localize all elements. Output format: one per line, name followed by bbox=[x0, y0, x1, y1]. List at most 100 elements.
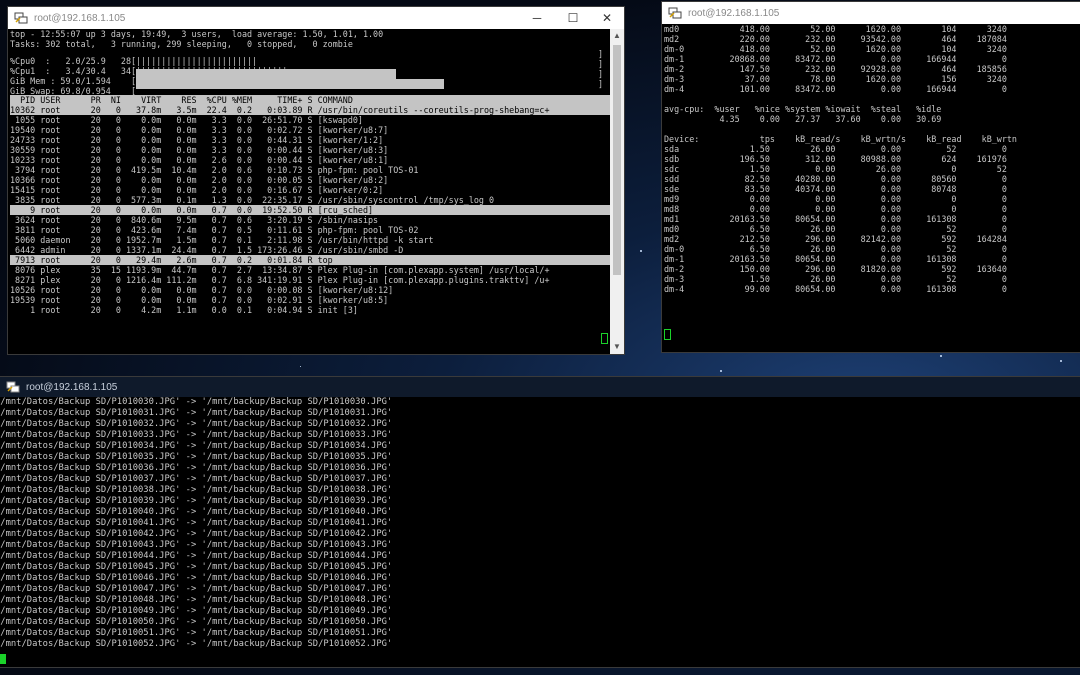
putty-icon bbox=[6, 381, 20, 393]
cpu1-bracket: ] bbox=[598, 59, 604, 69]
process-row: 1 root 20 0 4.2m 1.1m 0.0 0.1 0:04.94 S … bbox=[10, 305, 358, 315]
swap-bracket: ] bbox=[598, 79, 604, 89]
close-button[interactable]: ✕ bbox=[590, 7, 624, 29]
copy-line: '/mnt/Datos/Backup SD/P1010044.JPG' -> '… bbox=[0, 551, 393, 561]
iostat-line: md1 20163.50 80654.00 0.00 161308 0 bbox=[664, 214, 1007, 224]
iostat-line: sda 1.50 26.00 0.00 52 0 bbox=[664, 144, 1007, 154]
top-window[interactable]: root@192.168.1.105 ─ ☐ ✕ top - 12:55:07 … bbox=[8, 7, 624, 354]
process-row: 10526 root 20 0 0.0m 0.0m 0.7 0.0 0:00.0… bbox=[10, 285, 394, 295]
terminal-cursor bbox=[664, 329, 671, 340]
iostat-terminal[interactable]: md0 418.00 52.00 1620.00 104 3240 md2 220… bbox=[662, 24, 1080, 352]
copy-line: '/mnt/Datos/Backup SD/P1010043.JPG' -> '… bbox=[0, 540, 393, 550]
iostat-window-title: root@192.168.1.105 bbox=[688, 7, 780, 19]
swap-label: GiB Swap: 69.8/0.954 [ bbox=[10, 86, 137, 96]
process-row: 30559 root 20 0 0.0m 0.0m 3.3 0.0 0:00.4… bbox=[10, 145, 389, 155]
minimize-button[interactable]: ─ bbox=[520, 7, 554, 29]
process-row: 3811 root 20 0 423.6m 7.4m 0.7 0.5 0:11.… bbox=[10, 225, 419, 235]
iostat-line: md0 6.50 26.00 0.00 52 0 bbox=[664, 224, 1007, 234]
copy-line: '/mnt/Datos/Backup SD/P1010034.JPG' -> '… bbox=[0, 441, 393, 451]
process-row: 1055 root 20 0 0.0m 0.0m 3.3 0.0 26:51.7… bbox=[10, 115, 363, 125]
iostat-line: dm-4 101.00 83472.00 0.00 166944 0 bbox=[664, 84, 1007, 94]
iostat-line: md2 212.50 296.00 82142.00 592 164284 bbox=[664, 234, 1007, 244]
copy-line: '/mnt/Datos/Backup SD/P1010045.JPG' -> '… bbox=[0, 562, 393, 572]
copy-cursor-line bbox=[0, 654, 6, 667]
iostat-line: dm-2 150.00 296.00 81820.00 592 163640 bbox=[664, 264, 1007, 274]
copy-line: '/mnt/Datos/Backup SD/P1010030.JPG' -> '… bbox=[0, 397, 393, 407]
copy-line: '/mnt/Datos/Backup SD/P1010031.JPG' -> '… bbox=[0, 408, 393, 418]
process-row: 24733 root 20 0 0.0m 0.0m 3.3 0.0 0:44.3… bbox=[10, 135, 384, 145]
scroll-down-arrow-icon[interactable]: ▼ bbox=[610, 340, 624, 354]
copy-line: '/mnt/Datos/Backup SD/P1010033.JPG' -> '… bbox=[0, 430, 393, 440]
iostat-line: dm-0 418.00 52.00 1620.00 104 3240 bbox=[664, 44, 1007, 54]
top-header-line-1: top - 12:55:07 up 3 days, 19:49, 3 users… bbox=[10, 29, 384, 39]
iostat-titlebar[interactable]: root@192.168.1.105 bbox=[662, 2, 1080, 24]
iostat-line: sde 83.50 40374.00 0.00 80748 0 bbox=[664, 184, 1007, 194]
iostat-line: dm-0 6.50 26.00 0.00 52 0 bbox=[664, 244, 1007, 254]
top-titlebar[interactable]: root@192.168.1.105 ─ ☐ ✕ bbox=[8, 7, 624, 29]
process-list: 10362 root 20 0 37.8m 3.5m 22.4 0.2 0:03… bbox=[10, 105, 610, 315]
iostat-line: avg-cpu: %user %nice %system %iowait %st… bbox=[664, 104, 942, 114]
putty-icon bbox=[14, 12, 28, 24]
process-row: 3794 root 20 0 419.5m 10.4m 2.0 0.6 0:10… bbox=[10, 165, 419, 175]
iostat-line: dm-2 147.50 232.00 92928.00 464 185856 bbox=[664, 64, 1007, 74]
copy-line: '/mnt/Datos/Backup SD/P1010032.JPG' -> '… bbox=[0, 419, 393, 429]
copy-line: '/mnt/Datos/Backup SD/P1010051.JPG' -> '… bbox=[0, 628, 393, 638]
top-terminal[interactable]: top - 12:55:07 up 3 days, 19:49, 3 users… bbox=[8, 29, 610, 354]
process-row: 15415 root 20 0 0.0m 0.0m 2.0 0.0 0:16.6… bbox=[10, 185, 384, 195]
copy-line: '/mnt/Datos/Backup SD/P1010037.JPG' -> '… bbox=[0, 474, 393, 484]
iostat-line: 4.35 0.00 27.37 37.60 0.00 30.69 bbox=[664, 114, 942, 124]
top-scrollbar[interactable]: ▲ ▼ bbox=[610, 29, 624, 354]
iostat-line bbox=[664, 124, 1080, 134]
iostat-line: sdc 1.50 0.00 26.00 0 52 bbox=[664, 164, 1007, 174]
process-row: 7913 root 20 0 29.4m 2.6m 0.7 0.2 0:01.8… bbox=[10, 255, 610, 265]
top-header-line-2: Tasks: 302 total, 3 running, 299 sleepin… bbox=[10, 39, 353, 49]
iostat-line: dm-4 99.00 80654.00 0.00 161308 0 bbox=[664, 284, 1007, 294]
scrollbar-thumb[interactable] bbox=[613, 45, 621, 275]
copy-line: '/mnt/Datos/Backup SD/P1010052.JPG' -> '… bbox=[0, 639, 393, 649]
copy-line: '/mnt/Datos/Backup SD/P1010036.JPG' -> '… bbox=[0, 463, 393, 473]
iostat-line: dm-3 37.00 78.00 1620.00 156 3240 bbox=[664, 74, 1007, 84]
copy-terminal[interactable]: '/mnt/Datos/Backup SD/P1010030.JPG' -> '… bbox=[0, 397, 1080, 667]
swap-usage-bar bbox=[136, 79, 445, 89]
process-row: 19539 root 20 0 0.0m 0.0m 0.7 0.0 0:02.9… bbox=[10, 295, 389, 305]
copy-titlebar[interactable]: root@192.168.1.105 bbox=[0, 377, 1080, 397]
iostat-line: sdd 82.50 40280.00 0.00 80560 0 bbox=[664, 174, 1007, 184]
iostat-line: dm-1 20163.50 80654.00 0.00 161308 0 bbox=[664, 254, 1007, 264]
copy-window[interactable]: root@192.168.1.105 '/mnt/Datos/Backup SD… bbox=[0, 377, 1080, 667]
process-row: 8271 plex 20 0 1216.4m 111.2m 0.7 6.8 34… bbox=[10, 275, 550, 285]
copy-line: '/mnt/Datos/Backup SD/P1010041.JPG' -> '… bbox=[0, 518, 393, 528]
copy-line: '/mnt/Datos/Backup SD/P1010035.JPG' -> '… bbox=[0, 452, 393, 462]
process-table-header: PID USER PR NI VIRT RES %CPU %MEM TIME+ … bbox=[10, 95, 610, 105]
copy-line: '/mnt/Datos/Backup SD/P1010048.JPG' -> '… bbox=[0, 595, 393, 605]
mem-bracket: ] bbox=[598, 69, 604, 79]
copy-line: '/mnt/Datos/Backup SD/P1010047.JPG' -> '… bbox=[0, 584, 393, 594]
iostat-cursor-line bbox=[664, 329, 671, 348]
cpu0-row: %Cpu0 : 2.0/25.9 28[||||||||||||||||||||… bbox=[10, 49, 610, 66]
iostat-line: md0 418.00 52.00 1620.00 104 3240 bbox=[664, 24, 1007, 34]
top-window-title: root@192.168.1.105 bbox=[34, 12, 126, 24]
process-row: 10233 root 20 0 0.0m 0.0m 2.6 0.0 0:00.4… bbox=[10, 155, 389, 165]
copy-window-title: root@192.168.1.105 bbox=[26, 381, 118, 393]
iostat-window[interactable]: root@192.168.1.105 md0 418.00 52.00 1620… bbox=[662, 2, 1080, 352]
iostat-line: dm-3 1.50 26.00 0.00 52 0 bbox=[664, 274, 1007, 284]
mem-usage-bar bbox=[136, 69, 396, 79]
maximize-button[interactable]: ☐ bbox=[556, 7, 590, 29]
iostat-line: md2 220.00 232.00 93542.00 464 187084 bbox=[664, 34, 1007, 44]
process-row: 10362 root 20 0 37.8m 3.5m 22.4 0.2 0:03… bbox=[10, 105, 610, 115]
cpu0-bracket: ] bbox=[598, 49, 604, 59]
copy-line: '/mnt/Datos/Backup SD/P1010042.JPG' -> '… bbox=[0, 529, 393, 539]
process-row: 3624 root 20 0 840.6m 9.5m 0.7 0.6 3:20.… bbox=[10, 215, 379, 225]
copy-line: '/mnt/Datos/Backup SD/P1010050.JPG' -> '… bbox=[0, 617, 393, 627]
top-cursor-line bbox=[601, 333, 608, 352]
copy-line: '/mnt/Datos/Backup SD/P1010049.JPG' -> '… bbox=[0, 606, 393, 616]
iostat-line: sdb 196.50 312.00 80988.00 624 161976 bbox=[664, 154, 1007, 164]
process-row: 19540 root 20 0 0.0m 0.0m 3.3 0.0 0:02.7… bbox=[10, 125, 389, 135]
swap-row: GiB Swap: 69.8/0.954 [ ] bbox=[10, 79, 610, 96]
iostat-line: Device: tps kB_read/s kB_wrtn/s kB_read … bbox=[664, 134, 1017, 144]
process-row: 3835 root 20 0 577.3m 0.1m 1.3 0.0 22:35… bbox=[10, 195, 495, 205]
process-row: 9 root 20 0 0.0m 0.0m 0.7 0.0 19:52.50 R… bbox=[10, 205, 610, 215]
copy-line: '/mnt/Datos/Backup SD/P1010038.JPG' -> '… bbox=[0, 485, 393, 495]
copy-output: '/mnt/Datos/Backup SD/P1010030.JPG' -> '… bbox=[0, 397, 1080, 650]
scroll-up-arrow-icon[interactable]: ▲ bbox=[610, 29, 624, 43]
process-row: 5060 daemon 20 0 1952.7m 1.5m 0.7 0.1 2:… bbox=[10, 235, 434, 245]
